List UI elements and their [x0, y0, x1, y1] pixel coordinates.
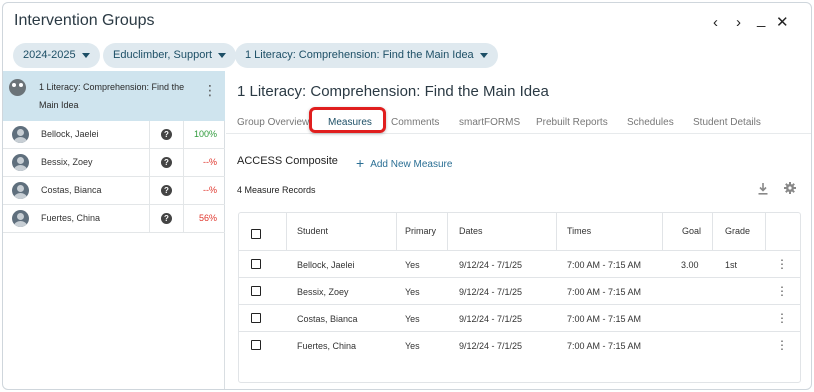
student-row[interactable]: Bessix, Zoey ? --% — [3, 149, 225, 177]
avatar-icon — [12, 154, 29, 171]
student-percent: 100% — [193, 129, 217, 139]
measures-tab-highlight — [309, 107, 386, 133]
cell-primary: Yes — [405, 314, 420, 324]
group-sidebar: 1 Literacy: Comprehension: Find the Main… — [3, 71, 225, 389]
column-header-grade[interactable]: Grade — [725, 226, 750, 236]
tab-comments[interactable]: Comments — [391, 117, 439, 128]
student-name: Bessix, Zoey — [41, 157, 93, 167]
row-checkbox[interactable] — [251, 286, 261, 296]
cell-times: 7:00 AM - 7:15 AM — [567, 287, 642, 297]
minimize-button[interactable]: _ — [757, 12, 765, 28]
window-title: Intervention Groups — [14, 12, 155, 29]
tab-student-details[interactable]: Student Details — [693, 117, 761, 128]
row-checkbox[interactable] — [251, 313, 261, 323]
student-name: Fuertes, China — [41, 213, 101, 223]
cell-dates: 9/12/24 - 7/1/25 — [459, 341, 523, 351]
user-dropdown-label: Educlimber, Support — [113, 49, 213, 61]
student-name: Costas, Bianca — [41, 185, 102, 195]
student-row[interactable]: Fuertes, China ? 56% — [3, 205, 225, 233]
row-menu-icon[interactable]: ⋮ — [776, 339, 788, 351]
caret-down-icon — [479, 52, 488, 58]
cell-student: Fuertes, China — [297, 341, 357, 351]
column-header-student[interactable]: Student — [297, 226, 328, 236]
records-count: 4 Measure Records — [237, 185, 316, 195]
avatar-icon — [12, 210, 29, 227]
avatar-icon — [12, 126, 29, 143]
add-new-measure-label: Add New Measure — [370, 159, 453, 170]
student-percent: 56% — [198, 213, 217, 223]
page-title: 1 Literacy: Comprehension: Find the Main… — [237, 83, 549, 100]
help-icon[interactable]: ? — [161, 213, 172, 224]
title-bar: Intervention Groups ‹ › _ ✕ — [3, 3, 811, 43]
close-icon[interactable]: ✕ — [776, 15, 789, 31]
column-header-dates[interactable]: Dates — [459, 226, 483, 236]
row-menu-icon[interactable]: ⋮ — [776, 258, 788, 270]
year-dropdown[interactable]: 2024-2025 — [13, 43, 100, 68]
group-users-icon — [9, 79, 26, 96]
plus-icon: + — [356, 155, 365, 171]
column-header-primary[interactable]: Primary — [405, 226, 436, 236]
gear-icon[interactable] — [784, 182, 796, 194]
add-new-measure-button[interactable]: + Add New Measure — [356, 155, 452, 171]
cell-times: 7:00 AM - 7:15 AM — [567, 314, 642, 324]
select-all-checkbox[interactable] — [251, 229, 261, 239]
user-dropdown[interactable]: Educlimber, Support — [103, 43, 237, 68]
column-header-times[interactable]: Times — [567, 226, 591, 236]
row-menu-icon[interactable]: ⋮ — [776, 312, 788, 324]
help-icon[interactable]: ? — [161, 129, 172, 140]
cell-student: Bessix, Zoey — [297, 287, 349, 297]
prev-arrow-icon[interactable]: ‹ — [713, 15, 718, 31]
cell-student: Costas, Bianca — [297, 314, 358, 324]
group-dropdown-label: 1 Literacy: Comprehension: Find the Main… — [245, 49, 474, 61]
cell-dates: 9/12/24 - 7/1/25 — [459, 260, 523, 270]
cell-primary: Yes — [405, 287, 420, 297]
download-icon[interactable] — [758, 183, 768, 195]
measures-table: Student Primary Dates Times Goal Grade B… — [238, 212, 801, 383]
column-header-goal[interactable]: Goal — [682, 226, 701, 236]
help-icon[interactable]: ? — [161, 157, 172, 168]
main-panel: 1 Literacy: Comprehension: Find the Main… — [226, 71, 811, 389]
selected-group[interactable]: 1 Literacy: Comprehension: Find the Main… — [3, 71, 225, 121]
cell-primary: Yes — [405, 260, 420, 270]
cell-times: 7:00 AM - 7:15 AM — [567, 260, 642, 270]
help-icon[interactable]: ? — [161, 185, 172, 196]
tab-schedules[interactable]: Schedules — [627, 117, 674, 128]
student-row[interactable]: Bellock, Jaelei ? 100% — [3, 121, 225, 149]
tab-smartforms[interactable]: smartFORMS — [459, 117, 520, 128]
cell-goal: 3.00 — [681, 260, 699, 270]
caret-down-icon — [218, 52, 227, 58]
cell-grade: 1st — [725, 260, 738, 270]
row-menu-icon[interactable]: ⋮ — [776, 285, 788, 297]
group-menu-icon[interactable]: ⋮ — [203, 83, 217, 97]
filter-bar: 2024-2025 Educlimber, Support 1 Literacy… — [3, 43, 811, 71]
intervention-groups-window: Intervention Groups ‹ › _ ✕ 2024-2025 Ed… — [2, 2, 812, 390]
row-checkbox[interactable] — [251, 259, 261, 269]
caret-down-icon — [81, 52, 90, 58]
cell-student: Bellock, Jaelei — [297, 260, 355, 270]
group-dropdown[interactable]: 1 Literacy: Comprehension: Find the Main… — [235, 43, 498, 68]
next-arrow-icon[interactable]: › — [736, 15, 741, 31]
cell-dates: 9/12/24 - 7/1/25 — [459, 314, 523, 324]
cell-times: 7:00 AM - 7:15 AM — [567, 341, 642, 351]
student-row[interactable]: Costas, Bianca ? --% — [3, 177, 225, 205]
student-percent: --% — [203, 157, 217, 167]
cell-dates: 9/12/24 - 7/1/25 — [459, 287, 523, 297]
group-label: 1 Literacy: Comprehension: Find the Main… — [39, 82, 185, 110]
tab-divider — [226, 133, 811, 134]
avatar-icon — [12, 182, 29, 199]
student-percent: --% — [203, 185, 217, 195]
student-name: Bellock, Jaelei — [41, 129, 99, 139]
section-title: ACCESS Composite — [237, 155, 338, 167]
tab-group-overview[interactable]: Group Overview — [237, 117, 309, 128]
year-dropdown-label: 2024-2025 — [23, 49, 76, 61]
row-checkbox[interactable] — [251, 340, 261, 350]
tab-prebuilt-reports[interactable]: Prebuilt Reports — [536, 117, 608, 128]
cell-primary: Yes — [405, 341, 420, 351]
